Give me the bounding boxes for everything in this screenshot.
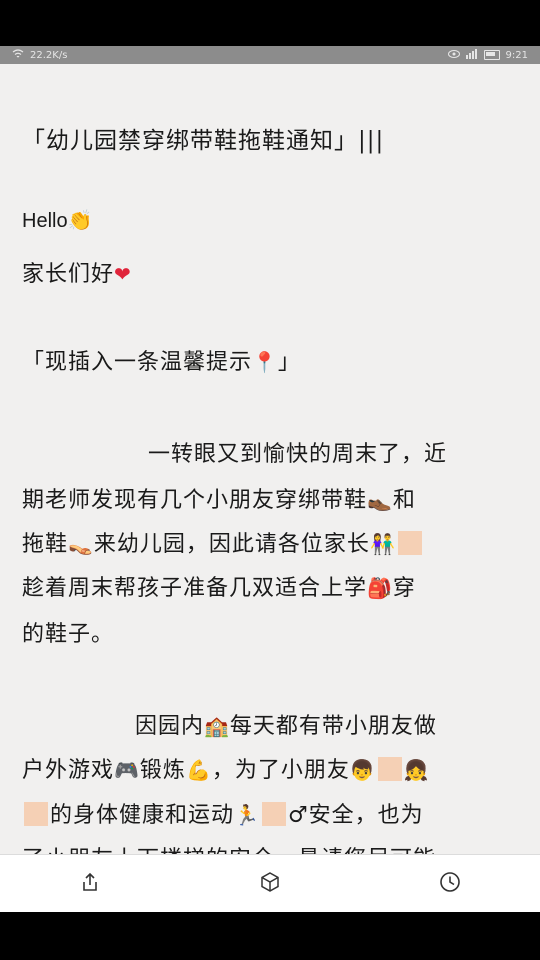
- skin-tone-box: [377, 757, 402, 781]
- paragraph-1-line-3: 拖鞋👡来幼儿园，因此请各位家长👫: [22, 526, 424, 558]
- skin-tone-box: [397, 531, 422, 555]
- runner-icon: 🏃: [234, 803, 260, 827]
- notice-line: 「现插入一条温馨提示📍」: [22, 344, 301, 376]
- notice-text: 「现插入一条温馨提示: [22, 350, 253, 375]
- skin-tone-box: [261, 802, 286, 826]
- cube-icon: [259, 871, 281, 897]
- boot-icon: 👞: [367, 488, 393, 512]
- cube-button[interactable]: [240, 855, 300, 912]
- paragraph-1-line-2: 期老师发现有几个小朋友穿绑带鞋👞和: [22, 482, 416, 514]
- article-content[interactable]: 「幼儿园禁穿绑带鞋拖鞋通知」||| Hello👏 家长们好❤ 「现插入一条温馨提…: [0, 64, 540, 854]
- text-segment: 拖鞋: [22, 532, 69, 557]
- paragraph-2-line-4: 了小朋友上下楼梯的安全，恳请您尽可能: [22, 841, 436, 854]
- text-segment: 每天都有带小朋友做: [229, 714, 437, 739]
- paragraph-1-line-5: 的鞋子。: [22, 622, 115, 647]
- paragraph-2-line-3: 的身体健康和运动🏃 ♂安全，也为: [22, 797, 424, 829]
- hello-text: Hello: [22, 210, 68, 232]
- network-speed: 22.2K/s: [30, 49, 68, 61]
- high-heel-icon: 👡: [68, 532, 94, 556]
- couple-icon: 👫: [369, 532, 396, 556]
- hello-line: Hello👏: [22, 208, 92, 233]
- boy-icon: 👦: [349, 758, 376, 782]
- status-time: 9:21: [505, 49, 528, 61]
- paragraph-1-line-4: 趁着周末帮孩子准备几双适合上学🎒穿: [22, 570, 416, 602]
- text-segment: 的身体健康和运动: [50, 803, 235, 828]
- battery-icon: [483, 50, 500, 60]
- eye-icon: [447, 49, 460, 61]
- text-segment: 因园内: [135, 714, 205, 739]
- girl-icon: 👧: [403, 758, 430, 782]
- text-segment: 期老师发现有几个小朋友穿绑带鞋: [22, 488, 368, 513]
- paragraph-2-line-2: 户外游戏🎮锻炼💪，为了小朋友👦 👧: [22, 752, 430, 784]
- history-button[interactable]: [420, 855, 480, 912]
- status-bar: 22.2K/s 9:21: [0, 46, 540, 64]
- pin-icon: 📍: [252, 350, 278, 374]
- share-icon: [79, 871, 101, 897]
- article-title: 「幼儿园禁穿绑带鞋拖鞋通知」|||: [22, 128, 385, 154]
- skin-tone-box: [24, 802, 48, 826]
- greeting-line: 家长们好❤: [22, 256, 132, 288]
- paragraph-2-line-1: 因园内🏫每天都有带小朋友做: [135, 708, 437, 740]
- text-segment: 来幼儿园，因此请各位家长: [93, 532, 370, 557]
- bottom-toolbar: [0, 854, 540, 912]
- notice-end: 」: [277, 350, 301, 375]
- wifi-icon: [12, 48, 24, 62]
- text-segment: 户外游戏: [22, 758, 115, 783]
- gamepad-icon: 🎮: [114, 758, 140, 782]
- share-button[interactable]: [60, 855, 120, 912]
- text-segment: 趁着周末帮孩子准备几双适合上学: [22, 576, 368, 601]
- school-building-icon: 🏫: [204, 714, 230, 738]
- muscle-icon: 💪: [185, 758, 212, 782]
- backpack-icon: 🎒: [367, 576, 393, 600]
- text-segment: 锻炼: [139, 758, 186, 783]
- text-segment: ♂安全，也为: [287, 803, 424, 828]
- text-segment: ，为了小朋友: [211, 758, 350, 783]
- text-segment: 穿: [392, 576, 416, 601]
- clapping-hands-icon: 👏: [67, 208, 93, 232]
- clock-icon: [439, 871, 461, 897]
- signal-icon: [465, 48, 478, 62]
- text-segment: 和: [392, 488, 416, 513]
- heart-icon: ❤: [114, 262, 132, 286]
- greeting-text: 家长们好: [22, 262, 115, 287]
- paragraph-1-line-1: 一转眼又到愉快的周末了，近: [148, 442, 448, 467]
